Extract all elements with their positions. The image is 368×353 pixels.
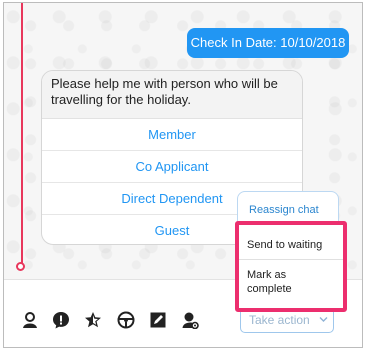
profile-gear-icon[interactable] <box>181 311 199 329</box>
option-member[interactable]: Member <box>42 119 302 151</box>
menu-divider <box>239 259 343 260</box>
person-icon[interactable] <box>21 311 39 329</box>
reassign-chat-label: Reassign chat <box>249 204 319 216</box>
highlighted-action-menu: Send to waiting Mark as complete <box>235 221 347 312</box>
question-text: Please help me with person who will be t… <box>42 71 302 119</box>
alert-bubble-icon[interactable] <box>52 311 70 329</box>
star-icon[interactable] <box>84 311 102 329</box>
outgoing-message: Check In Date: 10/10/2018 <box>187 28 349 58</box>
timeline-dot <box>16 262 25 271</box>
send-to-waiting-item[interactable]: Send to waiting <box>247 238 322 252</box>
note-icon[interactable] <box>149 311 167 329</box>
mark-as-complete-item[interactable]: Mark as complete <box>247 268 317 296</box>
option-co-applicant[interactable]: Co Applicant <box>42 151 302 183</box>
chat-window: Check In Date: 10/10/2018 Please help me… <box>3 2 363 348</box>
take-action-label: Take action <box>249 313 310 327</box>
steering-wheel-icon[interactable] <box>117 311 135 329</box>
chevron-down-icon <box>319 317 328 322</box>
timeline-line <box>21 3 23 265</box>
